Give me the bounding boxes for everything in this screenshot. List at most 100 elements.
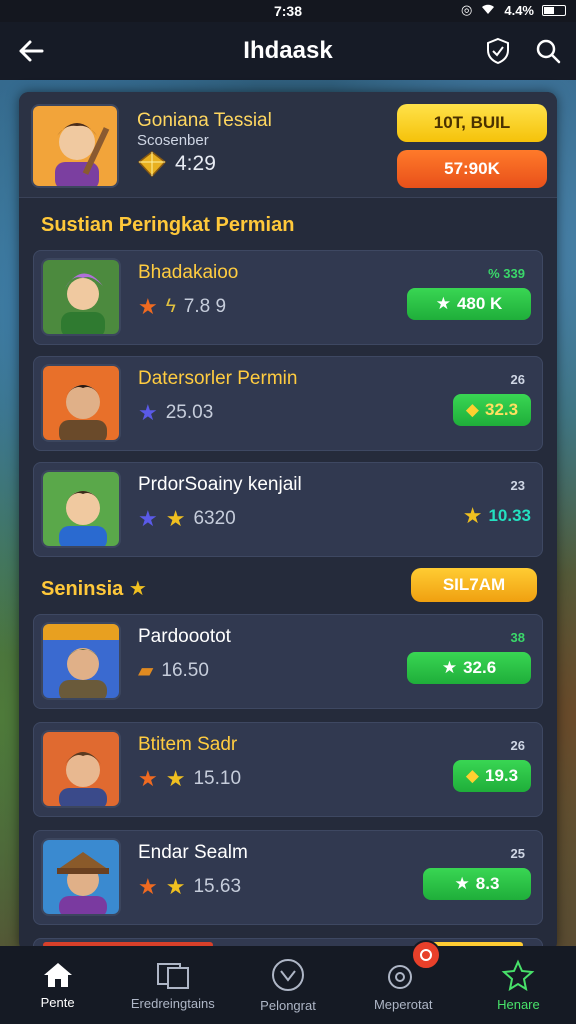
profile-name: Goniana Tessial (137, 110, 272, 131)
bottom-navigation: Pente Eredreingtains Pelongrat Meperotat (0, 940, 576, 1024)
star-icon: ★ (138, 400, 158, 425)
player-avatar (41, 622, 121, 700)
search-icon (536, 39, 561, 64)
section-title-text: Seninsia (41, 578, 124, 600)
nav-label: Pente (40, 994, 75, 1010)
player-score: 8.3 (475, 874, 500, 893)
player-name: Bhadakaioo (138, 262, 239, 283)
player-name: Datersorler Permin (138, 368, 298, 389)
player-rank: 23 (510, 478, 525, 493)
event-chip[interactable]: SIL7AM (411, 568, 537, 602)
home-icon (43, 962, 72, 987)
app-bar: Ihdaask (0, 22, 576, 80)
nav-label: Eredreingtains (130, 995, 215, 1011)
star-icon: ★ (138, 506, 158, 531)
list-item[interactable]: Bhadakaioo ★ ϟ 7.8 9 % 339 ★ 480 K (33, 250, 543, 345)
nav-tournaments[interactable]: Eredreingtains (115, 946, 230, 1024)
star-icon: ★ (138, 874, 158, 899)
status-bar: 7:38 ◎ 4.4% (0, 0, 576, 22)
location-icon: ◎ (461, 2, 473, 17)
player-meta: ★ ϟ 7.8 9 (138, 294, 226, 320)
player-meta: ▰ 16.50 (138, 658, 209, 683)
list-item[interactable]: Datersorler Permin ★ 25.03 26 ◆ 32.3 (33, 356, 543, 451)
nav-rewards[interactable]: Henare (461, 946, 576, 1024)
compass-icon (272, 958, 304, 991)
back-button[interactable] (14, 34, 48, 68)
profile-yellow-button[interactable]: 10T, BUIL (397, 104, 547, 142)
profile-avatar[interactable] (31, 104, 119, 188)
star-icon: ★ (128, 578, 147, 600)
star-icon: ★ (165, 874, 186, 899)
profile-gem-row: 4:29 (137, 150, 216, 178)
player-stat: 6320 (193, 508, 236, 529)
nav-label: Pelongrat (260, 997, 316, 1013)
star-icon: ★ (462, 503, 483, 528)
list-item[interactable]: PrdorSoainy kenjail ★ ★ 6320 23 ★ 10.33 (33, 462, 543, 557)
player-score: 480 K (456, 294, 503, 313)
profile-subname: Scosenber (137, 132, 209, 149)
section-title-event: Seninsia ★ (41, 576, 147, 601)
player-profile: Goniana Tessial Scosenber 4:29 10T, BUIL… (19, 92, 557, 198)
player-score: 10.33 (488, 506, 531, 525)
score-pill: ◆ 32.3 (453, 394, 531, 426)
signal-text: 4.4% (504, 2, 534, 18)
player-name: Btitem Sadr (138, 734, 238, 755)
nav-home[interactable]: Pente (0, 946, 115, 1024)
gold-gem-icon (137, 151, 167, 178)
player-rank: % 339 (488, 266, 525, 281)
score-pill: ★ 10.33 (463, 500, 531, 532)
profile-orange-button[interactable]: 57:90K (397, 150, 547, 188)
nav-messages[interactable]: Meperotat (346, 940, 461, 1024)
chest-icon: ▰ (138, 660, 154, 682)
nav-ranking[interactable]: Pelongrat (230, 946, 345, 1024)
battery-icon (542, 4, 566, 16)
player-name: Pardoootot (138, 626, 231, 647)
lightning-icon: ϟ (165, 296, 176, 317)
player-stat: 25.03 (165, 402, 214, 423)
list-item[interactable]: Endar Sealm ★ ★ 15.63 25 ★ 8.3 (33, 830, 543, 925)
nav-label: Meperotat (373, 996, 433, 1012)
player-stat: 15.10 (193, 768, 242, 789)
player-meta: ★ ★ 15.10 (138, 766, 241, 792)
star-icon: ★ (165, 766, 186, 791)
player-avatar (41, 258, 121, 336)
back-arrow-icon (19, 40, 44, 62)
star-icon: ★ (435, 294, 451, 313)
status-time: 7:38 (273, 3, 303, 19)
score-pill: ★ 480 K (407, 288, 531, 320)
alert-icon (419, 949, 432, 961)
score-pill: ◆ 19.3 (453, 760, 531, 792)
player-rank: 26 (510, 372, 525, 387)
player-rank: 25 (510, 846, 525, 861)
player-stat: 7.8 9 (183, 296, 227, 317)
star-icon: ★ (454, 874, 470, 893)
page-title: Ihdaask (243, 37, 333, 64)
gold-gem-icon: ◆ (465, 766, 479, 785)
score-pill: ★ 8.3 (423, 868, 531, 900)
search-button[interactable] (532, 35, 564, 67)
cards-icon (156, 962, 189, 989)
section-title-ranking: Sustian Peringkat Permian (41, 214, 295, 236)
player-meta: ★ ★ 6320 (138, 506, 236, 532)
player-rank: 26 (510, 738, 525, 753)
list-item[interactable]: Btitem Sadr ★ ★ 15.10 26 ◆ 19.3 (33, 722, 543, 817)
shield-check-icon (487, 37, 509, 65)
star-icon: ★ (138, 294, 158, 319)
star-icon: ★ (138, 766, 158, 791)
shield-button[interactable] (482, 35, 514, 67)
star-icon: ★ (441, 658, 458, 677)
star-outline-icon (502, 959, 535, 991)
nav-label: Henare (497, 996, 540, 1012)
star-icon: ★ (165, 506, 186, 531)
player-name: Endar Sealm (138, 842, 248, 863)
player-avatar (41, 730, 121, 808)
player-avatar (41, 470, 121, 548)
player-meta: ★ 25.03 (138, 400, 213, 426)
player-score: 32.3 (484, 400, 519, 419)
player-meta: ★ ★ 15.63 (138, 874, 241, 900)
player-avatar (41, 364, 121, 442)
player-stat: 16.50 (161, 659, 209, 681)
list-item[interactable]: Pardoootot ▰ 16.50 38 ★ 32.6 (33, 614, 543, 709)
player-score: 19.3 (484, 766, 519, 785)
profile-gem-value: 4:29 (175, 152, 216, 175)
